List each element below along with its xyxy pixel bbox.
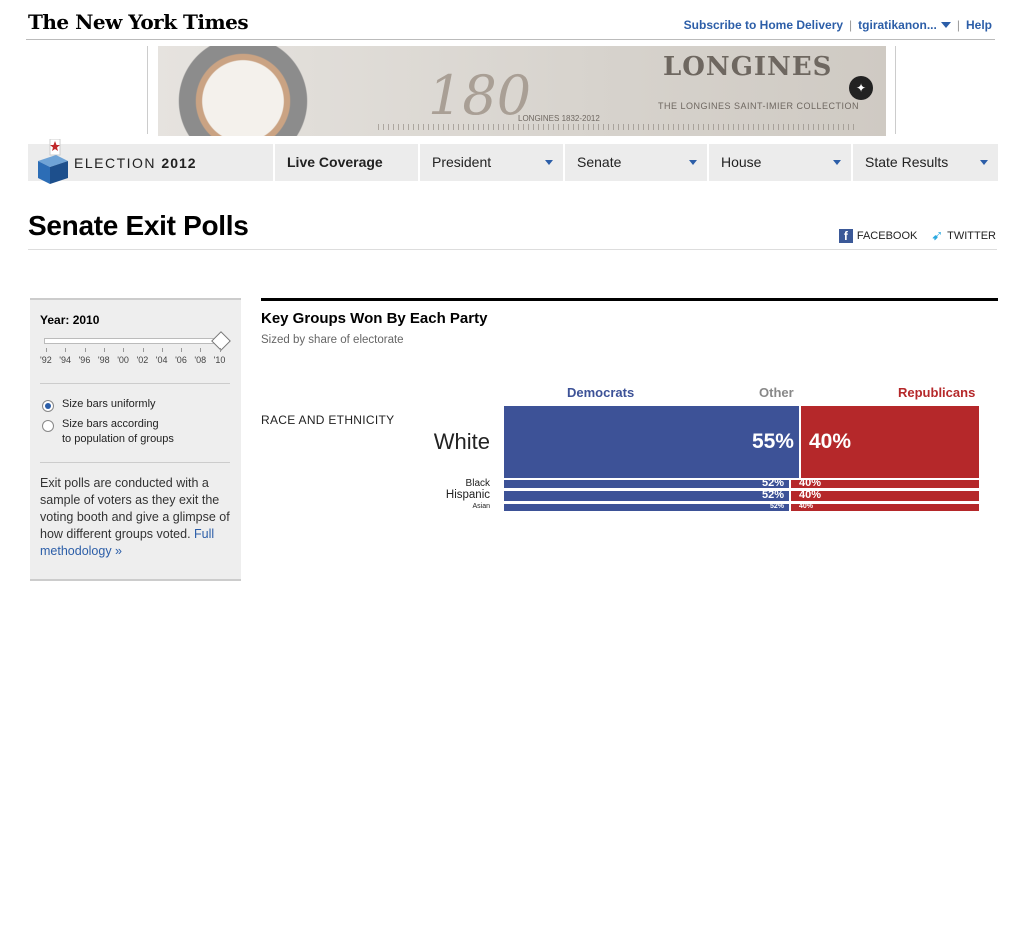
share-bar: f FACEBOOK ➹ TWITTER [838,227,996,244]
tab-state-results[interactable]: State Results [851,144,998,181]
page-title: Senate Exit Polls [28,210,249,241]
divider: | [956,18,960,32]
year-tick-label[interactable]: '08 [194,355,206,365]
year-tick-label[interactable]: '94 [59,355,71,365]
ballot-box-icon [38,139,68,184]
tab-senate[interactable]: Senate [563,144,707,181]
year-tick[interactable] [200,348,202,352]
ad-collection: THE LONGINES SAINT-IMIER COLLECTION [658,101,860,111]
size-uniform-label[interactable]: Size bars uniformly [62,397,156,412]
size-uniform-radio[interactable] [42,400,54,412]
size-population-label[interactable]: Size bars according to population of gro… [62,417,174,447]
chevron-down-icon[interactable] [940,22,951,28]
year-tick[interactable] [46,348,47,352]
year-tick-label[interactable]: '96 [79,355,91,365]
masthead-divider [26,39,995,40]
election-nav: ELECTION 2012 Live Coverage President Se… [28,139,998,184]
bar-label-democrats: 52% [761,488,784,501]
ad-number: 180 [428,64,532,127]
divider: | [849,18,853,32]
year-slider[interactable] [44,338,222,344]
year-tick-label[interactable]: '10 [214,355,226,365]
group-label: RACE AND ETHNICITY [261,413,395,427]
tab-label: State Results [865,154,949,170]
subscribe-link[interactable]: Subscribe to Home Delivery [684,18,843,32]
size-population-radio[interactable] [42,420,54,432]
bar-democrats[interactable] [504,491,789,501]
tab-label: House [721,154,762,170]
election-title[interactable]: ELECTION 2012 [74,155,197,171]
bar-democrats[interactable] [504,504,789,511]
top-nav: Subscribe to Home Delivery | tgiratikano… [684,18,992,32]
election-label: ELECTION [74,155,157,171]
help-link[interactable]: Help [966,18,992,32]
bar-label-democrats: 52% [761,476,784,489]
bar-democrats[interactable] [504,480,789,488]
chart-subtitle: Sized by share of electorate [261,334,404,346]
tab-president[interactable]: President [418,144,563,181]
year-tick-label[interactable]: '00 [117,355,129,365]
year-tick[interactable] [181,348,183,352]
ad-years: LONGINES 1832-2012 [518,114,600,123]
year-tick[interactable] [161,348,163,352]
year-tick-label[interactable]: '06 [175,355,187,365]
year-tick-label[interactable]: '98 [98,355,110,365]
year-tick[interactable] [142,348,144,352]
user-menu[interactable]: tgiratikanon... [858,18,937,32]
year-tick[interactable] [123,348,125,352]
bar-label-republicans: 40% [799,488,822,501]
chevron-down-icon [833,160,841,165]
tab-house[interactable]: House [707,144,851,181]
election-year: 2012 [161,155,197,171]
methodology-note: Exit polls are conducted with a sample o… [40,475,232,560]
year-tick-label[interactable]: '02 [137,355,149,365]
watch-image [168,46,318,136]
bar-label-republicans: 40% [809,430,852,454]
year-tick-label[interactable]: '92 [40,355,52,365]
tab-label: Live Coverage [287,154,383,170]
year-tick-label[interactable]: '04 [156,355,168,365]
legend-democrats: Democrats [567,385,635,400]
year-slider-handle[interactable] [211,331,231,351]
tab-label: President [432,154,492,170]
category-label: Black [465,478,490,490]
title-divider [28,249,997,250]
year-label: Year: 2010 [40,313,100,327]
twitter-share-link[interactable]: TWITTER [947,230,996,242]
year-tick[interactable] [84,348,86,352]
chart-rule [261,298,998,301]
ad-brand: LONGINES [663,52,833,82]
category-label: White [433,429,490,455]
divider [40,462,230,463]
category-label: Asian [472,503,490,511]
bar-label-republicans: 40% [799,476,822,489]
tab-label: Senate [577,154,622,170]
twitter-icon[interactable]: ➹ [931,227,943,244]
chevron-down-icon [980,160,988,165]
year-tick[interactable] [103,348,105,352]
year-tick[interactable] [219,348,221,352]
chevron-down-icon [545,160,553,165]
bar-republicans[interactable] [791,504,979,511]
advertisement-banner[interactable]: 180 LONGINES THE LONGINES SAINT-IMIER CO… [158,46,886,136]
year-tick[interactable] [65,348,67,352]
option-line: to population of groups [62,433,174,445]
bar-label-republicans: 40% [799,502,814,510]
controls-sidebar: Year: 2010 '92 '94 '96 '98 '00 '02 '04 '06 '08 '1… [30,298,241,581]
bar-label-democrats: 52% [769,502,784,510]
chevron-down-icon [689,160,697,165]
facebook-share-link[interactable]: FACEBOOK [857,230,918,242]
category-label: Hispanic [445,489,490,502]
ad-logo-icon[interactable]: ✦ [849,76,873,100]
legend-republicans: Republicans [898,385,976,400]
tab-live-coverage[interactable]: Live Coverage [273,144,418,181]
facebook-icon[interactable]: f [838,228,853,243]
option-line: Size bars according [62,418,159,430]
bar-label-democrats: 55% [751,430,794,454]
ad-ruler [378,124,858,130]
legend-other: Other [759,385,794,400]
nyt-logo[interactable]: The New York Times [28,10,249,34]
divider [40,383,230,384]
chart-title: Key Groups Won By Each Party [261,310,488,327]
